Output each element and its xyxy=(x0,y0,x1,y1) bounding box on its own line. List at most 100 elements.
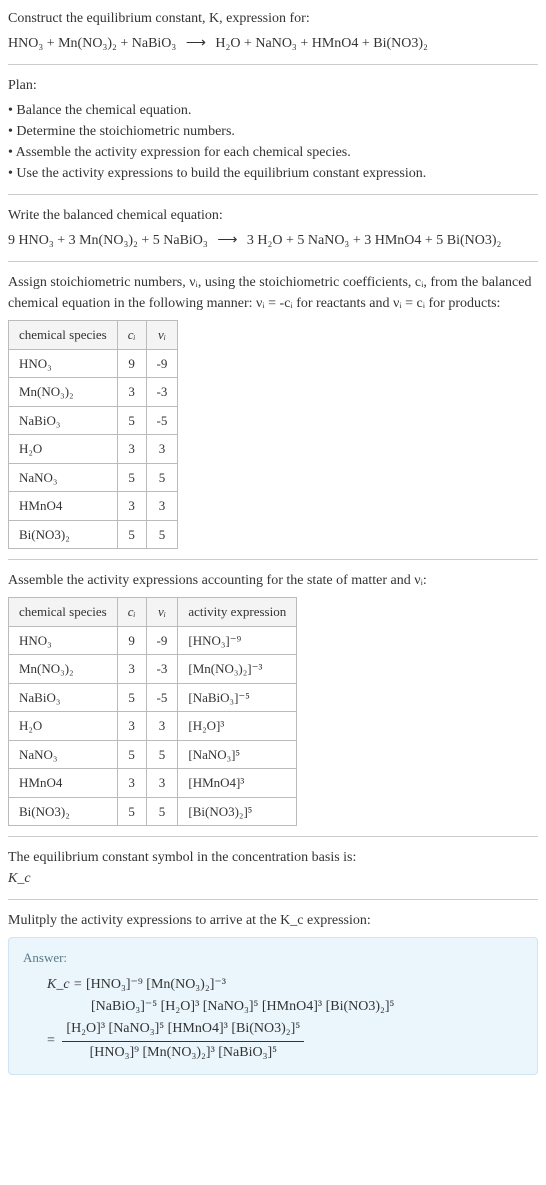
table-row: HNO₃9-9 xyxy=(9,349,178,378)
stoichiometry-table: chemical species cᵢ νᵢ HNO₃9-9Mn(NO₃)₂3-… xyxy=(8,320,178,549)
cell-ci: 3 xyxy=(117,769,146,798)
table-row: Bi(NO3)₂55[Bi(NO3)₂]⁵ xyxy=(9,797,297,826)
cell-ci: 5 xyxy=(117,463,146,492)
divider xyxy=(8,899,538,900)
table-row: Mn(NO₃)₂3-3 xyxy=(9,378,178,407)
unbalanced-equation: HNO₃ + Mn(NO₃)₂ + NaBiO₃ ⟶ H₂O + NaNO₃ +… xyxy=(8,33,538,54)
divider xyxy=(8,836,538,837)
balanced-header: Write the balanced chemical equation: xyxy=(8,205,538,226)
cell-species: H₂O xyxy=(9,435,118,464)
cell-activity: [HMnO4]³ xyxy=(178,769,297,798)
cell-species: Mn(NO₃)₂ xyxy=(9,378,118,407)
eq-symbol-line1: The equilibrium constant symbol in the c… xyxy=(8,847,538,868)
plan-section: Plan: Balance the chemical equation. Det… xyxy=(8,75,538,184)
prompt-text-1: Construct the equilibrium constant, K, e… xyxy=(8,11,310,26)
cell-species: Bi(NO3)₂ xyxy=(9,797,118,826)
balanced-section: Write the balanced chemical equation: 9 … xyxy=(8,205,538,251)
col-species: chemical species xyxy=(9,321,118,350)
multiply-section: Mulitply the activity expressions to arr… xyxy=(8,910,538,931)
col-ci: cᵢ xyxy=(117,321,146,350)
cell-nui: -3 xyxy=(146,655,178,684)
cell-species: HMnO4 xyxy=(9,769,118,798)
col-ci: cᵢ xyxy=(117,598,146,627)
cell-activity: [NaNO₃]⁵ xyxy=(178,740,297,769)
cell-species: NaNO₃ xyxy=(9,463,118,492)
cell-ci: 5 xyxy=(117,740,146,769)
cell-species: Mn(NO₃)₂ xyxy=(9,655,118,684)
kc-rhs1: [HNO₃]⁻⁹ [Mn(NO₃)₂]⁻³ xyxy=(86,977,226,992)
kc-line2: [NaBiO₃]⁻⁵ [H₂O]³ [NaNO₃]⁵ [HMnO4]³ [Bi(… xyxy=(91,996,523,1018)
stoich-tbody: HNO₃9-9Mn(NO₃)₂3-3NaBiO₃5-5H₂O33NaNO₃55H… xyxy=(9,349,178,549)
cell-ci: 3 xyxy=(117,655,146,684)
eq-symbol-line2: K_c xyxy=(8,868,538,889)
balanced-lhs: 9 HNO₃ + 3 Mn(NO₃)₂ + 5 NaBiO₃ xyxy=(8,233,208,248)
plan-header: Plan: xyxy=(8,75,538,96)
cell-nui: 5 xyxy=(146,740,178,769)
kc-lhs: K_c = xyxy=(47,977,86,992)
activity-tbody: HNO₃9-9[HNO₃]⁻⁹Mn(NO₃)₂3-3[Mn(NO₃)₂]⁻³Na… xyxy=(9,626,297,826)
table-header-row: chemical species cᵢ νᵢ activity expressi… xyxy=(9,598,297,627)
cell-species: H₂O xyxy=(9,712,118,741)
cell-species: NaBiO₃ xyxy=(9,406,118,435)
cell-species: NaBiO₃ xyxy=(9,683,118,712)
answer-label: Answer: xyxy=(23,948,523,968)
cell-activity: [Bi(NO3)₂]⁵ xyxy=(178,797,297,826)
cell-species: NaNO₃ xyxy=(9,740,118,769)
activity-table: chemical species cᵢ νᵢ activity expressi… xyxy=(8,597,297,826)
cell-activity: [NaBiO₃]⁻⁵ xyxy=(178,683,297,712)
cell-nui: 3 xyxy=(146,769,178,798)
divider xyxy=(8,559,538,560)
cell-activity: [H₂O]³ xyxy=(178,712,297,741)
fraction: [H₂O]³ [NaNO₃]⁵ [HMnO4]³ [Bi(NO3)₂]⁵ [HN… xyxy=(62,1018,304,1064)
table-row: H₂O33 xyxy=(9,435,178,464)
cell-nui: 5 xyxy=(146,797,178,826)
cell-ci: 5 xyxy=(117,406,146,435)
eq-symbol-section: The equilibrium constant symbol in the c… xyxy=(8,847,538,889)
cell-nui: -5 xyxy=(146,683,178,712)
plan-item: Assemble the activity expression for eac… xyxy=(8,142,538,163)
cell-nui: -9 xyxy=(146,349,178,378)
cell-nui: 5 xyxy=(146,463,178,492)
cell-ci: 3 xyxy=(117,492,146,521)
cell-nui: 3 xyxy=(146,492,178,521)
fraction-denominator: [HNO₃]⁹ [Mn(NO₃)₂]³ [NaBiO₃]⁵ xyxy=(62,1042,304,1064)
cell-species: HNO₃ xyxy=(9,626,118,655)
table-row: HMnO433[HMnO4]³ xyxy=(9,769,297,798)
divider xyxy=(8,261,538,262)
table-row: Bi(NO3)₂55 xyxy=(9,520,178,549)
arrow-icon: ⟶ xyxy=(217,233,237,248)
cell-ci: 3 xyxy=(117,435,146,464)
col-nui: νᵢ xyxy=(146,321,178,350)
fraction-numerator: [H₂O]³ [NaNO₃]⁵ [HMnO4]³ [Bi(NO3)₂]⁵ xyxy=(62,1018,304,1041)
cell-nui: -3 xyxy=(146,378,178,407)
balanced-rhs: 3 H₂O + 5 NaNO₃ + 3 HMnO4 + 5 Bi(NO3)₂ xyxy=(247,233,502,248)
balanced-equation: 9 HNO₃ + 3 Mn(NO₃)₂ + 5 NaBiO₃ ⟶ 3 H₂O +… xyxy=(8,230,538,251)
prompt-section: Construct the equilibrium constant, K, e… xyxy=(8,8,538,54)
plan-item: Determine the stoichiometric numbers. xyxy=(8,121,538,142)
table-row: NaNO₃55 xyxy=(9,463,178,492)
stoichiometry-section: Assign stoichiometric numbers, νᵢ, using… xyxy=(8,272,538,549)
cell-ci: 3 xyxy=(117,378,146,407)
table-row: H₂O33[H₂O]³ xyxy=(9,712,297,741)
cell-nui: -9 xyxy=(146,626,178,655)
divider xyxy=(8,64,538,65)
kc-line3: = [H₂O]³ [NaNO₃]⁵ [HMnO4]³ [Bi(NO3)₂]⁵ [… xyxy=(47,1018,523,1064)
cell-nui: -5 xyxy=(146,406,178,435)
cell-species: HMnO4 xyxy=(9,492,118,521)
cell-ci: 9 xyxy=(117,626,146,655)
cell-species: Bi(NO3)₂ xyxy=(9,520,118,549)
cell-ci: 5 xyxy=(117,797,146,826)
activity-text: Assemble the activity expressions accoun… xyxy=(8,570,538,591)
cell-activity: [HNO₃]⁻⁹ xyxy=(178,626,297,655)
table-row: NaBiO₃5-5 xyxy=(9,406,178,435)
stoich-text: Assign stoichiometric numbers, νᵢ, using… xyxy=(8,272,538,314)
eq-rhs: H₂O + NaNO₃ + HMnO4 + Bi(NO3)₂ xyxy=(215,36,428,51)
table-row: HMnO433 xyxy=(9,492,178,521)
cell-ci: 9 xyxy=(117,349,146,378)
col-activity: activity expression xyxy=(178,598,297,627)
cell-activity: [Mn(NO₃)₂]⁻³ xyxy=(178,655,297,684)
col-species: chemical species xyxy=(9,598,118,627)
table-row: NaBiO₃5-5[NaBiO₃]⁻⁵ xyxy=(9,683,297,712)
table-header-row: chemical species cᵢ νᵢ xyxy=(9,321,178,350)
activity-section: Assemble the activity expressions accoun… xyxy=(8,570,538,826)
